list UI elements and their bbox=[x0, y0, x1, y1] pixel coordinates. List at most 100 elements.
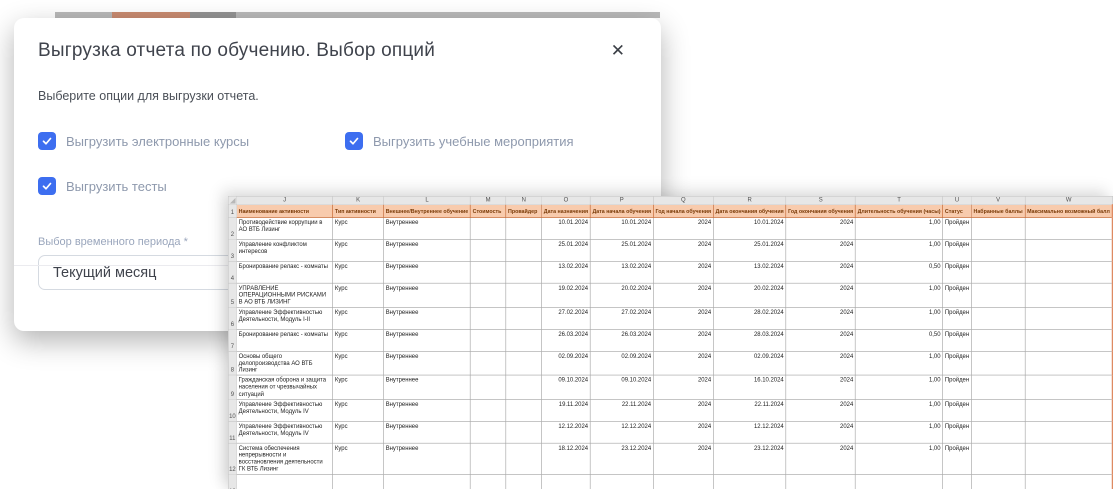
cell[interactable]: 26.03.2024 bbox=[541, 328, 591, 352]
header-cell[interactable]: Длительность обучения (часы) bbox=[855, 204, 944, 218]
cell[interactable]: 10.01.2024 bbox=[541, 217, 591, 240]
cell[interactable] bbox=[971, 328, 1026, 352]
cell[interactable]: 19.02.2024 bbox=[541, 282, 591, 308]
checkbox-checked-icon[interactable] bbox=[38, 132, 56, 150]
cell[interactable]: Курс bbox=[332, 420, 384, 444]
cell[interactable]: Пройден bbox=[942, 420, 972, 444]
cell[interactable]: 2024 bbox=[652, 239, 714, 262]
header-cell[interactable]: Внешнее/Внутреннее обучение bbox=[383, 204, 471, 218]
column-letter-R[interactable]: R bbox=[713, 196, 787, 205]
cell[interactable] bbox=[785, 473, 856, 489]
column-letter-O[interactable]: O bbox=[541, 196, 591, 205]
cell[interactable]: Внутреннее bbox=[383, 239, 471, 262]
cell[interactable]: 28.03.2024 bbox=[713, 328, 787, 352]
cell[interactable]: 2024 bbox=[785, 261, 856, 284]
cell[interactable] bbox=[589, 473, 654, 489]
cell[interactable]: 2024 bbox=[652, 350, 714, 376]
cell[interactable]: 2024 bbox=[785, 328, 856, 352]
cell[interactable]: 1,00 bbox=[855, 420, 944, 444]
cell[interactable]: Курс bbox=[332, 350, 384, 376]
cell[interactable] bbox=[713, 473, 787, 489]
cell[interactable]: 23.12.2024 bbox=[589, 442, 654, 475]
cell[interactable] bbox=[855, 473, 944, 489]
header-cell[interactable]: Наименование активности bbox=[236, 204, 334, 218]
cell[interactable]: Внутреннее bbox=[383, 374, 471, 400]
cell[interactable] bbox=[1024, 374, 1113, 400]
cell[interactable]: 25.01.2024 bbox=[589, 239, 654, 262]
cell[interactable]: 22.11.2024 bbox=[589, 399, 654, 422]
row-number[interactable]: 5 bbox=[228, 282, 237, 308]
cell[interactable] bbox=[1024, 350, 1113, 376]
row-number[interactable]: 6 bbox=[228, 307, 237, 330]
cell[interactable]: 02.09.2024 bbox=[589, 350, 654, 376]
cell[interactable]: Внутреннее bbox=[383, 261, 471, 284]
column-letter-Q[interactable]: Q bbox=[652, 196, 714, 205]
cell[interactable]: Управление Эффективностью Деятельности, … bbox=[236, 399, 334, 422]
cell[interactable]: 0,50 bbox=[855, 328, 944, 352]
cell[interactable] bbox=[942, 473, 972, 489]
cell[interactable] bbox=[971, 350, 1026, 376]
cell[interactable]: 12.12.2024 bbox=[589, 420, 654, 444]
cell[interactable] bbox=[505, 473, 542, 489]
cell[interactable] bbox=[470, 374, 507, 400]
cell[interactable] bbox=[470, 420, 507, 444]
cell[interactable]: Внутреннее bbox=[383, 282, 471, 308]
cell[interactable]: 2024 bbox=[652, 328, 714, 352]
cell[interactable]: 25.01.2024 bbox=[713, 239, 787, 262]
cell[interactable]: 2024 bbox=[652, 261, 714, 284]
header-cell[interactable]: Год окончания обучения bbox=[785, 204, 856, 218]
cell[interactable]: Курс bbox=[332, 217, 384, 240]
cell[interactable]: 10.01.2024 bbox=[589, 217, 654, 240]
column-letter-T[interactable]: T bbox=[855, 196, 944, 205]
cell[interactable]: Внутреннее bbox=[383, 350, 471, 376]
cell[interactable]: 16.10.2024 bbox=[713, 374, 787, 400]
cell[interactable]: Гражданская оборона и защита населения о… bbox=[236, 374, 334, 400]
cell[interactable]: 1,00 bbox=[855, 350, 944, 376]
cell[interactable]: Курс bbox=[332, 374, 384, 400]
header-cell[interactable]: Дата начала обучения bbox=[589, 204, 654, 218]
header-cell[interactable]: Набранные баллы bbox=[971, 204, 1026, 218]
cell[interactable] bbox=[1024, 442, 1113, 475]
column-letter-S[interactable]: S bbox=[785, 196, 856, 205]
row-number[interactable]: 2 bbox=[228, 217, 237, 240]
cell[interactable]: 1,00 bbox=[855, 399, 944, 422]
header-cell[interactable]: Дата окончания обучения bbox=[713, 204, 787, 218]
cell[interactable]: Пройден bbox=[942, 261, 972, 284]
cell[interactable] bbox=[1024, 420, 1113, 444]
cell[interactable]: 09.10.2024 bbox=[589, 374, 654, 400]
cell[interactable] bbox=[505, 399, 542, 422]
cell[interactable] bbox=[505, 442, 542, 475]
cell[interactable]: 12.12.2024 bbox=[713, 420, 787, 444]
cell[interactable]: 1,00 bbox=[855, 239, 944, 262]
cell[interactable]: Внутреннее bbox=[383, 399, 471, 422]
cell[interactable]: 20.02.2024 bbox=[713, 282, 787, 308]
cell[interactable]: 20.02.2024 bbox=[589, 282, 654, 308]
cell[interactable]: Курс bbox=[332, 328, 384, 352]
checkbox-checked-icon[interactable] bbox=[345, 132, 363, 150]
cell[interactable]: Пройден bbox=[942, 350, 972, 376]
cell[interactable] bbox=[1024, 261, 1113, 284]
cell[interactable] bbox=[505, 328, 542, 352]
cell[interactable]: 2024 bbox=[652, 442, 714, 475]
cell[interactable]: 2024 bbox=[652, 420, 714, 444]
cell[interactable]: Курс bbox=[332, 307, 384, 330]
cell[interactable]: Пройден bbox=[942, 307, 972, 330]
row-number[interactable]: 10 bbox=[228, 399, 237, 422]
close-icon[interactable]: ✕ bbox=[607, 40, 629, 61]
cell[interactable] bbox=[505, 374, 542, 400]
cell[interactable] bbox=[1024, 328, 1113, 352]
cell[interactable] bbox=[470, 328, 507, 352]
column-letter-L[interactable]: L bbox=[383, 196, 471, 205]
cell[interactable]: Управление Эффективностью Деятельности, … bbox=[236, 420, 334, 444]
cell[interactable]: Внутреннее bbox=[383, 328, 471, 352]
cell[interactable]: Управление конфликтом интересов bbox=[236, 239, 334, 262]
row-number[interactable]: 9 bbox=[228, 374, 237, 400]
cell[interactable]: 2024 bbox=[785, 307, 856, 330]
cell[interactable] bbox=[505, 261, 542, 284]
cell[interactable]: Внутреннее bbox=[383, 442, 471, 475]
cell[interactable]: 2024 bbox=[785, 350, 856, 376]
cell[interactable]: 2024 bbox=[785, 374, 856, 400]
cell[interactable]: Курс bbox=[332, 282, 384, 308]
cell[interactable] bbox=[470, 350, 507, 376]
select-all-corner[interactable] bbox=[228, 196, 237, 205]
